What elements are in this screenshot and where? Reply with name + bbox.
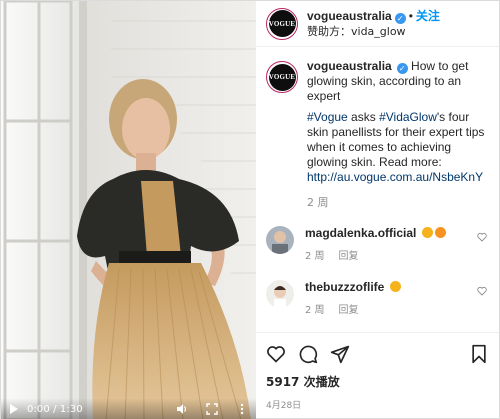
follow-button[interactable]: 关注 xyxy=(416,9,440,23)
caption-url-link[interactable]: http://au.vogue.com.au/NsbeKnY xyxy=(307,170,483,184)
video-controls: 0:00 / 1:30 xyxy=(1,398,256,419)
sponsor-label[interactable]: 赞助方：vida_glow xyxy=(307,24,440,39)
comment-row: magdalenka.official 2 周 回复 xyxy=(266,226,489,264)
verified-badge-icon: ✓ xyxy=(394,12,406,24)
comments-section: VOGUE vogueaustralia ✓ How to get glowing… xyxy=(256,47,499,332)
caption-time[interactable]: 2 周 xyxy=(307,195,489,210)
verified-badge-icon: ✓ xyxy=(396,63,408,74)
video-time: 0:00 / 1:30 xyxy=(27,403,83,415)
raising-hands-emoji-icon xyxy=(389,281,401,292)
heart-outline-icon[interactable] xyxy=(477,286,487,296)
avatar[interactable] xyxy=(266,226,294,254)
hashtag-link[interactable]: #VidaGlow xyxy=(379,110,437,124)
comment-username[interactable]: magdalenka.official xyxy=(305,226,416,240)
comment-username[interactable]: thebuzzzoflife xyxy=(305,280,384,294)
caption-username[interactable]: vogueaustralia xyxy=(307,59,392,73)
comment-body: magdalenka.official 2 周 回复 xyxy=(305,226,446,264)
fire-emoji-icon xyxy=(434,227,446,238)
comment-time[interactable]: 2 周 xyxy=(305,251,325,262)
heart-eyes-emoji-icon xyxy=(421,227,433,238)
hashtag-link[interactable]: #Vogue xyxy=(307,110,348,124)
volume-icon[interactable] xyxy=(176,403,188,415)
post-side-panel: VOGUE vogueaustralia ✓ • 关注 赞助方：vida_glow V… xyxy=(256,1,499,419)
action-bar xyxy=(266,341,489,367)
comment-icon[interactable] xyxy=(298,344,318,364)
reply-button[interactable]: 回复 xyxy=(339,251,359,262)
post-header: VOGUE vogueaustralia ✓ • 关注 赞助方：vida_glow xyxy=(256,1,499,47)
post-date[interactable]: 4月28日 xyxy=(266,398,489,411)
post-video[interactable]: 0:00 / 1:30 xyxy=(1,1,256,419)
username-link[interactable]: vogueaustralia xyxy=(307,9,392,23)
avatar[interactable]: VOGUE xyxy=(266,7,298,40)
video-frame xyxy=(1,1,256,419)
heart-outline-icon[interactable] xyxy=(477,232,487,242)
comment-time[interactable]: 2 周 xyxy=(305,305,325,316)
more-vertical-icon[interactable] xyxy=(236,403,248,415)
reply-button[interactable]: 回复 xyxy=(339,305,359,316)
header-text: vogueaustralia ✓ • 关注 赞助方：vida_glow xyxy=(307,9,440,39)
avatar-logo: VOGUE xyxy=(268,63,296,91)
avatar[interactable]: VOGUE xyxy=(266,61,298,93)
post-caption: VOGUE vogueaustralia ✓ How to get glowing… xyxy=(266,59,489,210)
post-footer: 5917 次播放 4月28日 xyxy=(256,332,499,419)
avatar-logo: VOGUE xyxy=(268,10,296,37)
fullscreen-icon[interactable] xyxy=(206,403,218,415)
view-count[interactable]: 5917 次播放 xyxy=(266,373,489,390)
comment-meta: 2 周 回复 xyxy=(305,249,446,264)
avatar[interactable] xyxy=(266,280,294,308)
comment-row: thebuzzzoflife 2 周 回复 xyxy=(266,280,489,318)
like-heart-icon[interactable] xyxy=(266,344,286,364)
separator: • xyxy=(408,8,413,23)
caption-body: vogueaustralia ✓ How to get glowing skin,… xyxy=(307,59,489,210)
play-icon[interactable] xyxy=(9,404,19,414)
share-icon[interactable] xyxy=(330,344,350,364)
caption-text: asks xyxy=(347,110,380,124)
instagram-post: 0:00 / 1:30 VOGUE vogueaustralia ✓ • 关注 赞助方… xyxy=(0,0,500,419)
comment-body: thebuzzzoflife 2 周 回复 xyxy=(305,280,401,318)
bookmark-icon[interactable] xyxy=(469,344,489,364)
comment-meta: 2 周 回复 xyxy=(305,303,401,318)
